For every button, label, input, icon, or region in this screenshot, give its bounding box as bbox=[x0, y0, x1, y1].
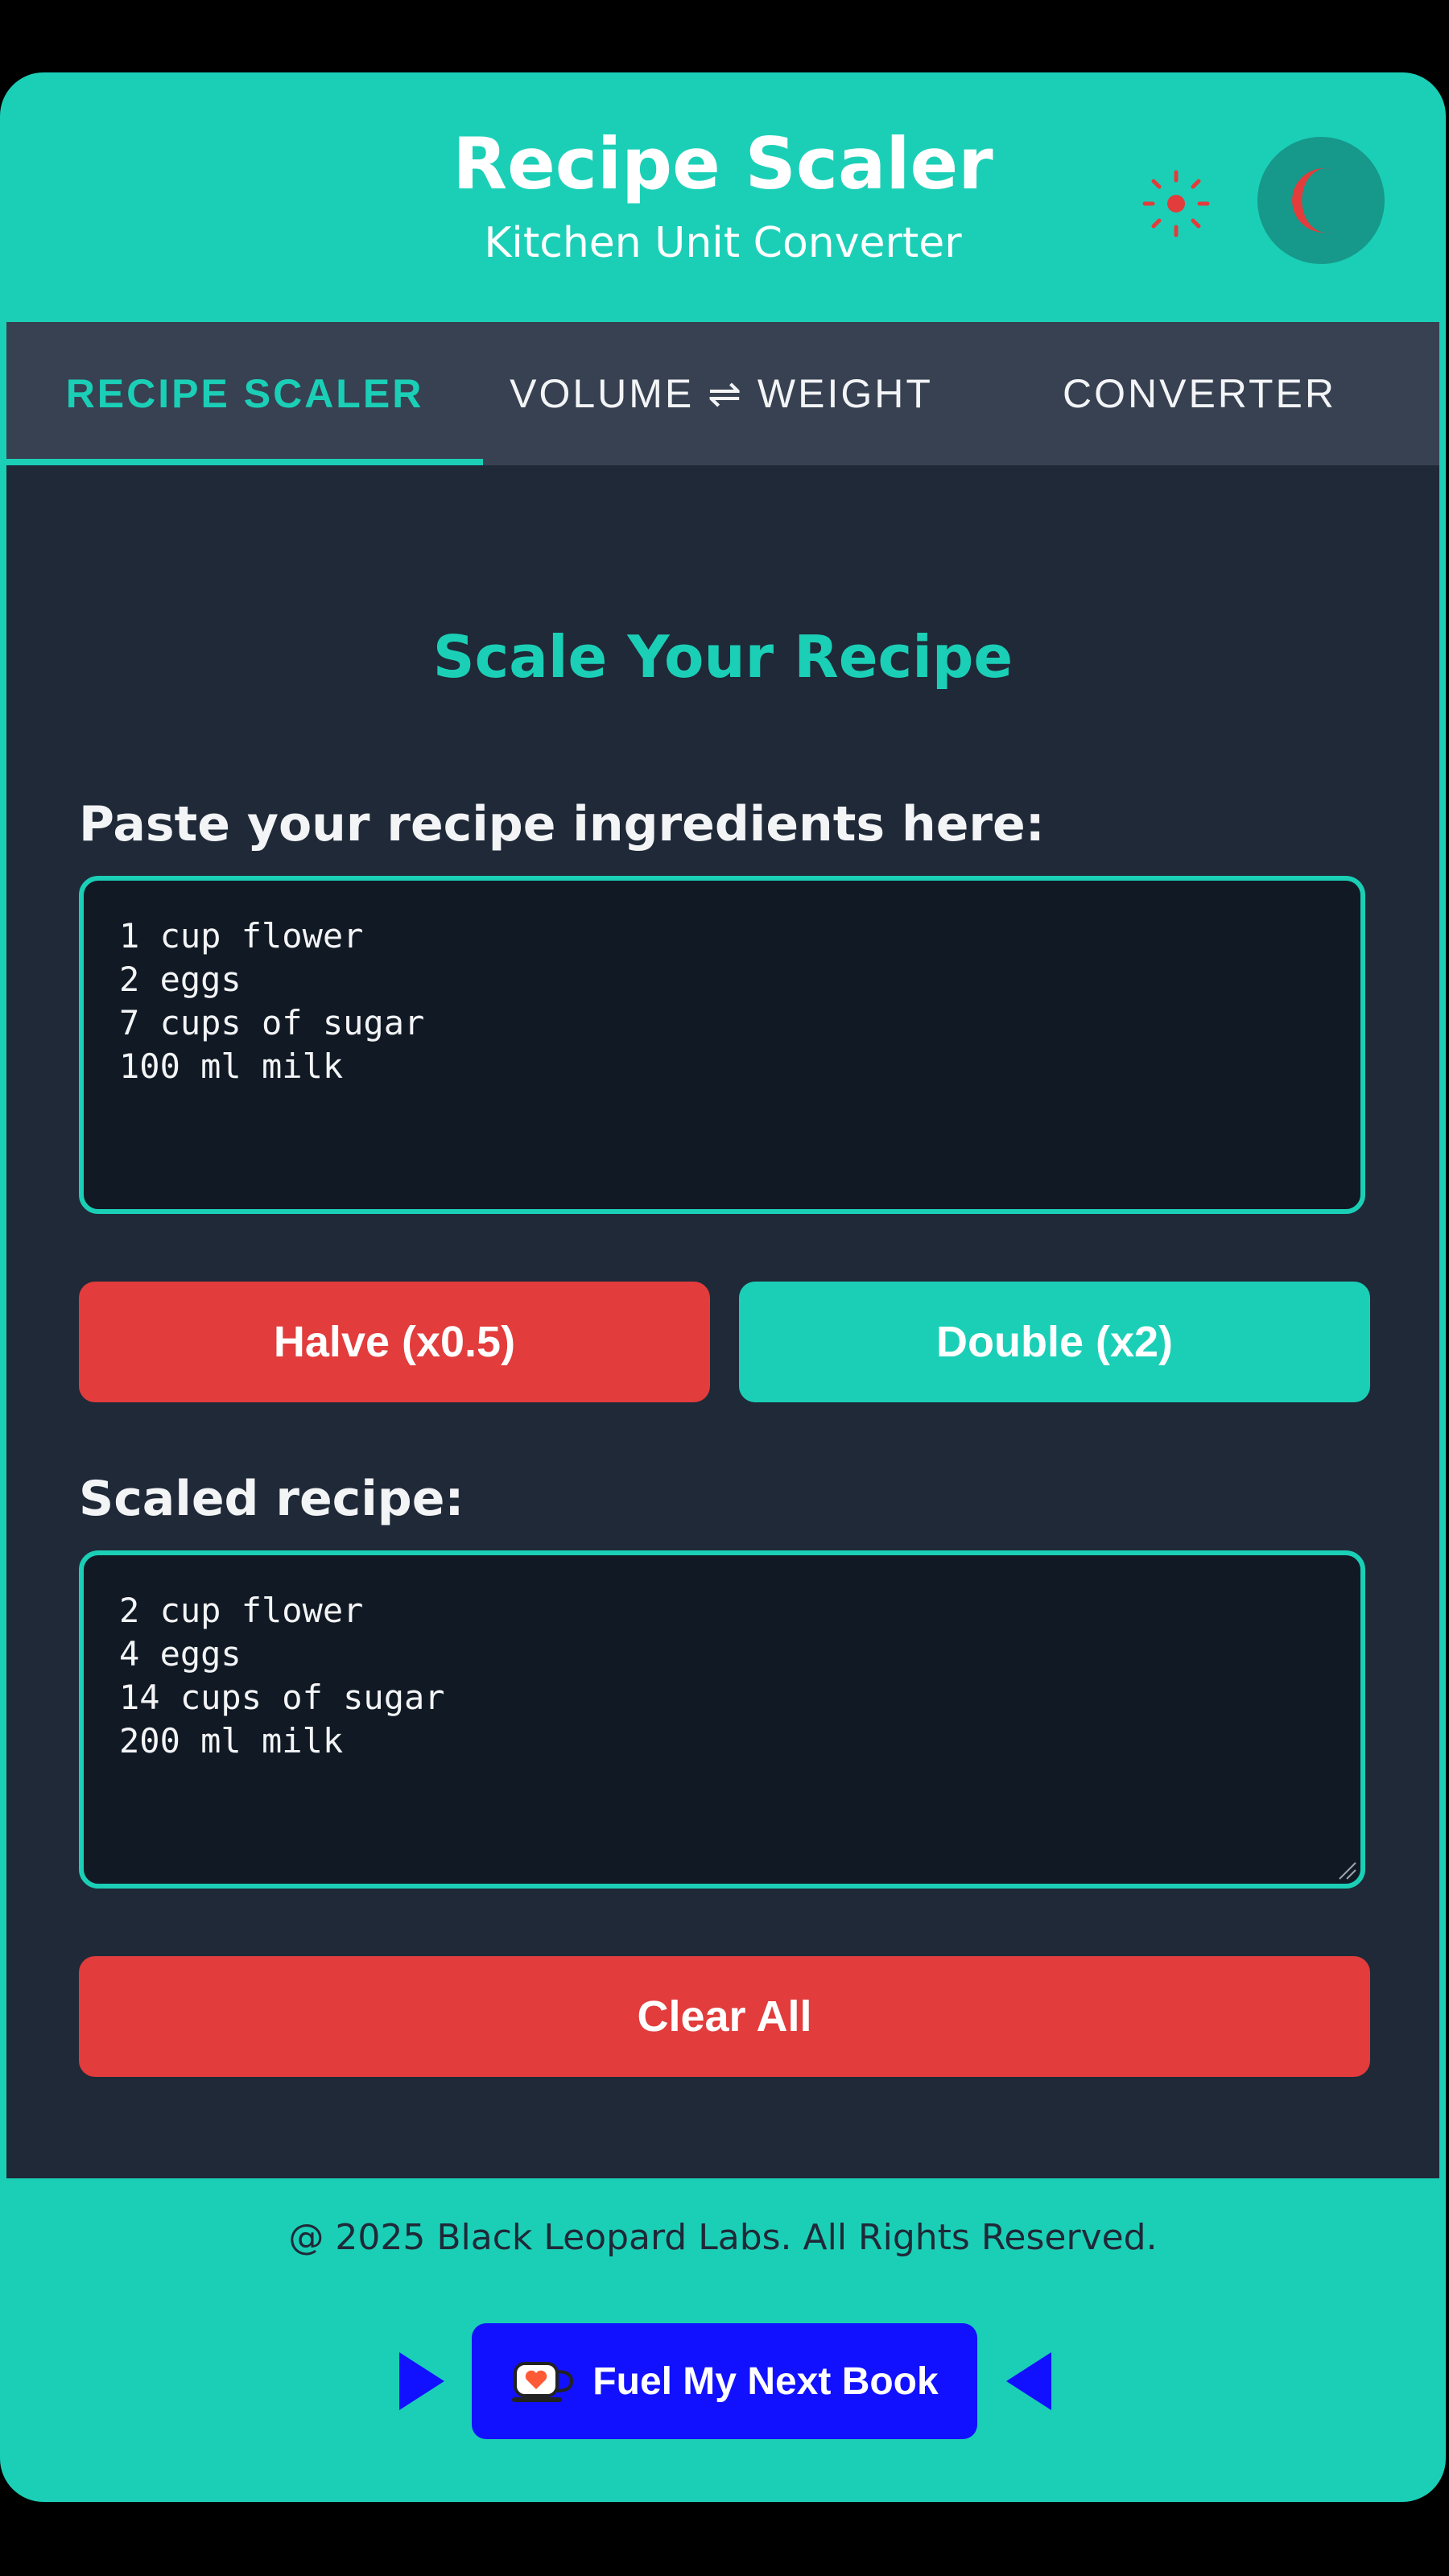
double-button[interactable]: Double (x2) bbox=[739, 1282, 1370, 1402]
app-subtitle: Kitchen Unit Converter bbox=[484, 219, 962, 267]
arrow-left-icon bbox=[1006, 2352, 1051, 2410]
tab-converter[interactable]: CONVERTER bbox=[960, 322, 1439, 465]
clear-all-button[interactable]: Clear All bbox=[79, 1956, 1370, 2077]
input-label: Paste your recipe ingredients here: bbox=[79, 796, 1045, 852]
active-tab-indicator bbox=[6, 459, 483, 465]
arrow-right-icon bbox=[399, 2352, 444, 2410]
tab-bar: RECIPE SCALER VOLUME ⇌ WEIGHT CONVERTER bbox=[6, 322, 1439, 465]
coffee-cup-icon bbox=[512, 2362, 574, 2402]
recipe-input[interactable] bbox=[79, 876, 1365, 1214]
fuel-my-next-book-button[interactable]: Fuel My Next Book bbox=[472, 2323, 977, 2439]
section-title: Scale Your Recipe bbox=[432, 623, 1013, 691]
theme-toggle-button[interactable] bbox=[1257, 137, 1385, 264]
halve-button[interactable]: Halve (x0.5) bbox=[79, 1282, 710, 1402]
output-label: Scaled recipe: bbox=[79, 1471, 464, 1527]
copyright-text: @ 2025 Black Leopard Labs. All Rights Re… bbox=[288, 2217, 1158, 2258]
tab-recipe-scaler[interactable]: RECIPE SCALER bbox=[6, 322, 483, 465]
fuel-button-label: Fuel My Next Book bbox=[592, 2359, 939, 2403]
scaled-recipe-output[interactable] bbox=[79, 1550, 1365, 1889]
sun-icon[interactable] bbox=[1141, 169, 1211, 238]
main-panel: RECIPE SCALER VOLUME ⇌ WEIGHT CONVERTER … bbox=[6, 322, 1439, 2178]
tab-volume-weight[interactable]: VOLUME ⇌ WEIGHT bbox=[483, 322, 960, 465]
header: Recipe Scaler Kitchen Unit Converter bbox=[0, 72, 1446, 322]
app-window: Recipe Scaler Kitchen Unit Converter REC… bbox=[0, 72, 1446, 2502]
app-title: Recipe Scaler bbox=[452, 122, 993, 205]
moon-icon bbox=[1292, 168, 1331, 233]
resize-grip-icon[interactable] bbox=[1336, 1860, 1357, 1880]
